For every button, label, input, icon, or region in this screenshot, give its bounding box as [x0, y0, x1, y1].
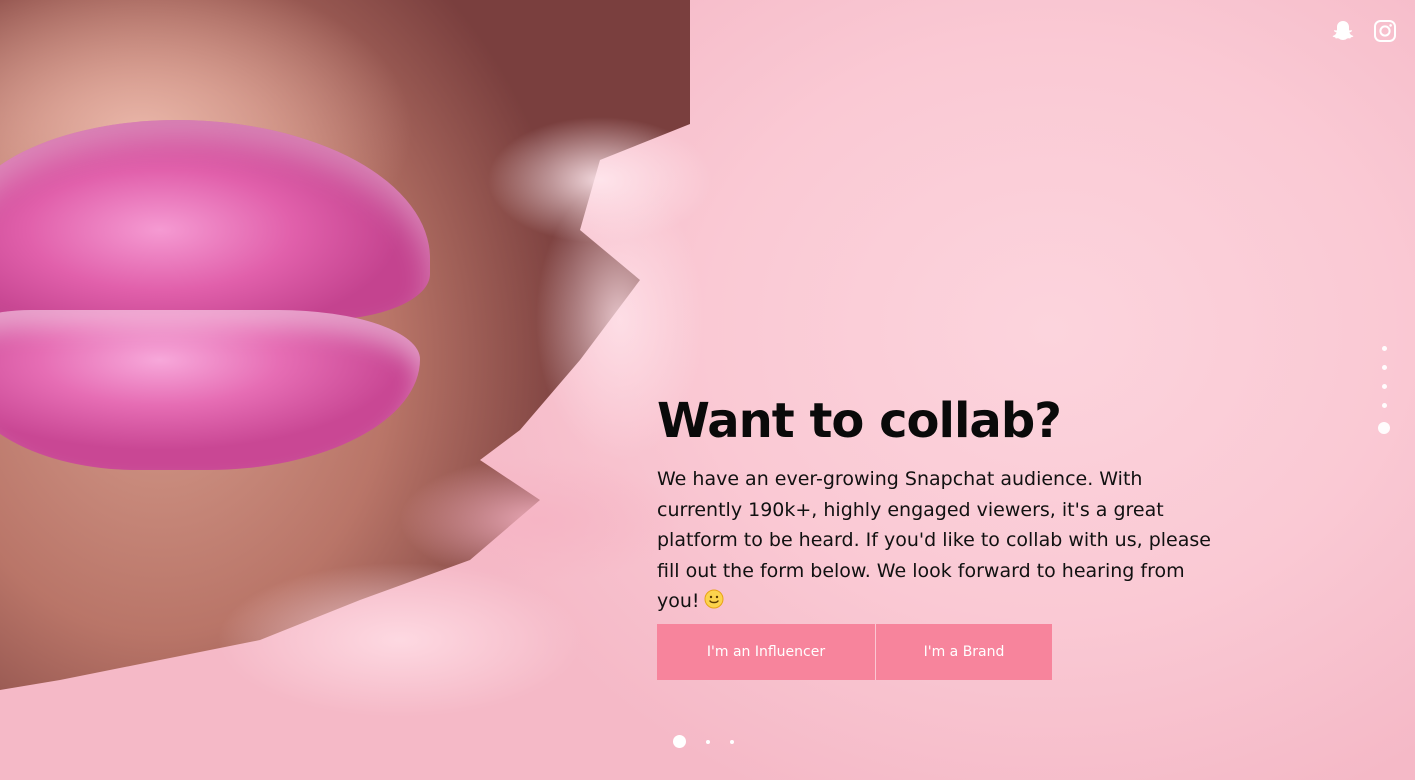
section-nav-dot[interactable] [1381, 403, 1387, 408]
snapchat-icon[interactable] [1330, 18, 1356, 44]
instagram-icon[interactable] [1372, 18, 1398, 44]
hero-content: Want to collab? We have an ever-growing … [657, 392, 1217, 617]
slider-dots [673, 735, 734, 748]
section-nav-dot[interactable] [1381, 365, 1387, 370]
brand-button[interactable]: I'm a Brand [875, 624, 1052, 680]
slider-dot[interactable] [730, 739, 734, 744]
page-title: Want to collab? [657, 393, 1062, 449]
hero-description-text: We have an ever-growing Snapchat audienc… [657, 468, 1211, 612]
influencer-button[interactable]: I'm an Influencer [657, 624, 875, 680]
section-nav-dot-active[interactable] [1378, 422, 1390, 434]
hero-description: We have an ever-growing Snapchat audienc… [657, 464, 1217, 617]
section-nav [1378, 346, 1390, 434]
slider-dot-active[interactable] [673, 735, 686, 748]
social-links [1330, 18, 1398, 44]
section-nav-dot[interactable] [1381, 384, 1387, 389]
slider-dot[interactable] [706, 739, 710, 744]
collab-buttons: I'm an Influencer I'm a Brand [657, 624, 1052, 680]
smiley-emoji-icon [704, 589, 724, 609]
section-nav-dot[interactable] [1381, 346, 1387, 351]
